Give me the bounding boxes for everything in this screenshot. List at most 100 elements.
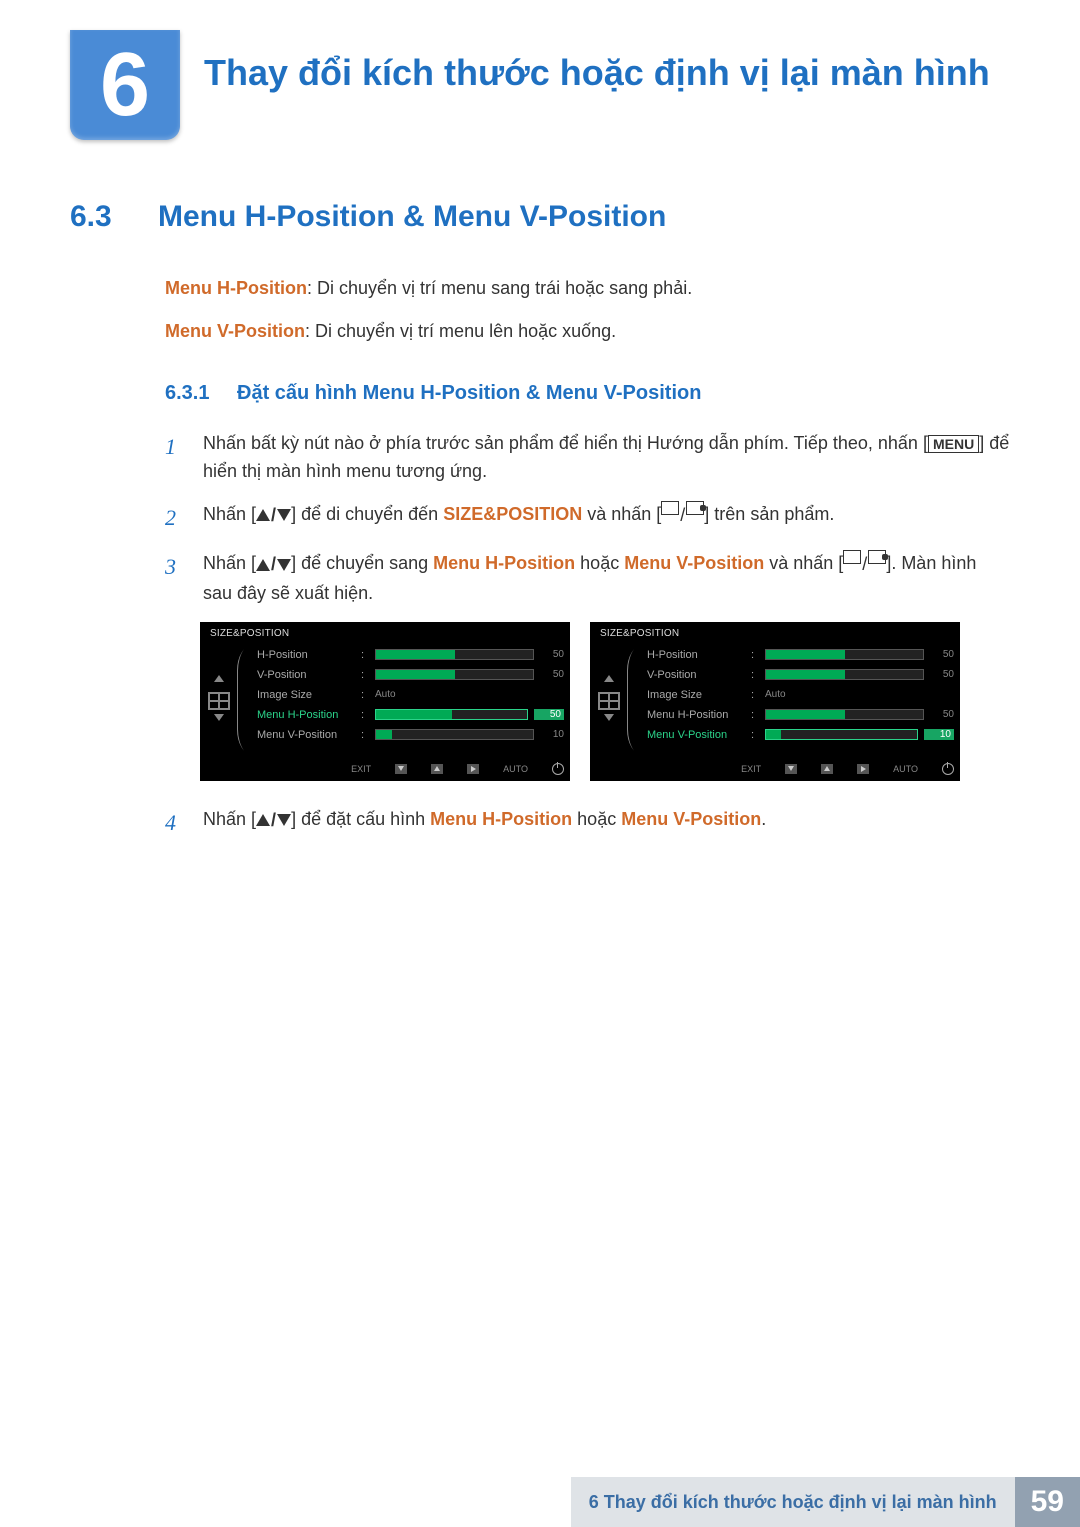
osd-value: Auto <box>375 689 396 700</box>
step-1-text: Nhấn bất kỳ nút nào ở phía trước sản phẩ… <box>203 429 1010 487</box>
osd-value: 50 <box>930 709 954 720</box>
osd-label: Menu V-Position <box>647 729 745 741</box>
power-icon <box>942 763 954 775</box>
step3-b: ] để chuyển sang <box>291 553 433 573</box>
subsection-number: 6.3.1 <box>165 382 219 405</box>
osd-nav-exit: EXIT <box>351 764 371 776</box>
osd-item-menu-hposition-active: Menu H-Position: 50 <box>257 705 564 725</box>
enter-icon: / <box>661 501 704 530</box>
chapter-header: 6 Thay đổi kích thước hoặc định vị lại m… <box>70 30 1010 140</box>
step2-b: ] để di chuyển đến <box>291 504 443 524</box>
osd-nav-bar: EXIT AUTO <box>596 763 954 777</box>
step-number: 2 <box>165 500 183 535</box>
section-number: 6.3 <box>70 200 130 234</box>
step2-d: ] trên sản phẩm. <box>704 504 834 524</box>
arrow-up-icon <box>604 675 614 682</box>
desc-v-text: : Di chuyển vị trí menu lên hoặc xuống. <box>305 321 616 341</box>
osd-curve-icon <box>626 645 643 755</box>
desc-h-text: : Di chuyển vị trí menu sang trái hoặc s… <box>307 278 692 298</box>
osd-panel-1: SIZE&POSITION H-Position: 50 V-Position: <box>200 622 570 781</box>
osd-side-icons <box>596 645 622 755</box>
osd-nav-auto: AUTO <box>503 764 528 776</box>
osd-label: Image Size <box>647 689 745 701</box>
osd-value: Auto <box>765 689 786 700</box>
osd-nav-right <box>857 764 869 776</box>
osd-nav-power <box>552 763 564 777</box>
footer-chapter-ref: 6 Thay đổi kích thước hoặc định vị lại m… <box>571 1477 1015 1527</box>
step-number: 1 <box>165 429 183 464</box>
osd1-title: SIZE&POSITION <box>210 628 564 639</box>
step-3: 3 Nhấn [/] để chuyển sang Menu H-Positio… <box>165 549 1010 607</box>
footer-page-number: 59 <box>1015 1477 1080 1527</box>
step3-c: hoặc <box>575 553 624 573</box>
osd-value: 50 <box>930 669 954 680</box>
osd-value: 50 <box>540 649 564 660</box>
grid-icon <box>598 692 620 710</box>
arrow-down-icon <box>604 714 614 721</box>
osd-nav-up <box>821 764 833 776</box>
osd-item-imagesize: Image Size: Auto <box>257 685 564 705</box>
desc-h-label: Menu H-Position <box>165 278 307 298</box>
osd-value: 50 <box>534 709 564 720</box>
osd-nav-up <box>431 764 443 776</box>
osd-item-menu-hposition: Menu H-Position: 50 <box>647 705 954 725</box>
osd-item-hposition: H-Position: 50 <box>647 645 954 665</box>
osd-value: 10 <box>540 729 564 740</box>
osd-item-menu-vposition: Menu V-Position: 10 <box>257 725 564 745</box>
osd-item-vposition: V-Position: 50 <box>647 665 954 685</box>
nav-exit-label: EXIT <box>741 764 761 774</box>
osd-item-vposition: V-Position: 50 <box>257 665 564 685</box>
osd-nav-right <box>467 764 479 776</box>
step4-c: hoặc <box>572 809 621 829</box>
enter-icon: / <box>843 550 886 579</box>
osd2-title: SIZE&POSITION <box>600 628 954 639</box>
chapter-number-badge: 6 <box>70 30 180 140</box>
osd-item-hposition: H-Position: 50 <box>257 645 564 665</box>
step4-b: ] để đặt cấu hình <box>291 809 430 829</box>
osd-nav-down <box>785 764 797 776</box>
osd-label: Menu H-Position <box>647 709 745 721</box>
step-2: 2 Nhấn [/] để di chuyển đến SIZE&POSITIO… <box>165 500 1010 535</box>
description-h-position: Menu H-Position: Di chuyển vị trí menu s… <box>165 274 1010 303</box>
subsection-heading: 6.3.1 Đặt cấu hình Menu H-Position & Men… <box>165 382 1010 405</box>
nav-exit-label: EXIT <box>351 764 371 774</box>
step2-c: và nhấn [ <box>582 504 661 524</box>
arrow-up-icon <box>214 675 224 682</box>
osd-panel-2: SIZE&POSITION H-Position: 50 V-Position: <box>590 622 960 781</box>
step-4: 4 Nhấn [/] để đặt cấu hình Menu H-Positi… <box>165 805 1010 840</box>
step-number: 4 <box>165 805 183 840</box>
osd-label: V-Position <box>647 669 745 681</box>
step4-a: Nhấn [ <box>203 809 256 829</box>
page-footer: 6 Thay đổi kích thước hoặc định vị lại m… <box>0 1477 1080 1527</box>
osd-label: Image Size <box>257 689 355 701</box>
chapter-title: Thay đổi kích thước hoặc định vị lại màn… <box>204 50 990 95</box>
osd-nav-auto: AUTO <box>893 764 918 776</box>
nav-auto-label: AUTO <box>503 764 528 774</box>
osd-value: 50 <box>540 669 564 680</box>
osd-item-imagesize: Image Size: Auto <box>647 685 954 705</box>
description-v-position: Menu V-Position: Di chuyển vị trí menu l… <box>165 317 1010 346</box>
osd-screenshots: SIZE&POSITION H-Position: 50 V-Position: <box>200 622 1010 781</box>
step3-hl1: Menu H-Position <box>433 553 575 573</box>
menu-key-icon: MENU <box>928 435 979 453</box>
desc-v-label: Menu V-Position <box>165 321 305 341</box>
power-icon <box>552 763 564 775</box>
osd-item-menu-vposition-active: Menu V-Position: 10 <box>647 725 954 745</box>
osd-label: Menu H-Position <box>257 709 355 721</box>
step4-d: . <box>761 809 766 829</box>
step-1: 1 Nhấn bất kỳ nút nào ở phía trước sản p… <box>165 429 1010 487</box>
osd1-list: H-Position: 50 V-Position: 50 Image Size… <box>257 645 564 755</box>
osd-nav-power <box>942 763 954 777</box>
osd-curve-icon <box>236 645 253 755</box>
osd-nav-exit: EXIT <box>741 764 761 776</box>
arrow-down-icon <box>214 714 224 721</box>
section-title: Menu H-Position & Menu V-Position <box>158 200 666 234</box>
step3-d: và nhấn [ <box>764 553 843 573</box>
section-heading: 6.3 Menu H-Position & Menu V-Position <box>70 200 1010 234</box>
step3-a: Nhấn [ <box>203 553 256 573</box>
step-number: 3 <box>165 549 183 584</box>
up-down-icon: / <box>256 550 291 579</box>
osd2-list: H-Position: 50 V-Position: 50 Image Size… <box>647 645 954 755</box>
grid-icon <box>208 692 230 710</box>
osd-nav-bar: EXIT AUTO <box>206 763 564 777</box>
